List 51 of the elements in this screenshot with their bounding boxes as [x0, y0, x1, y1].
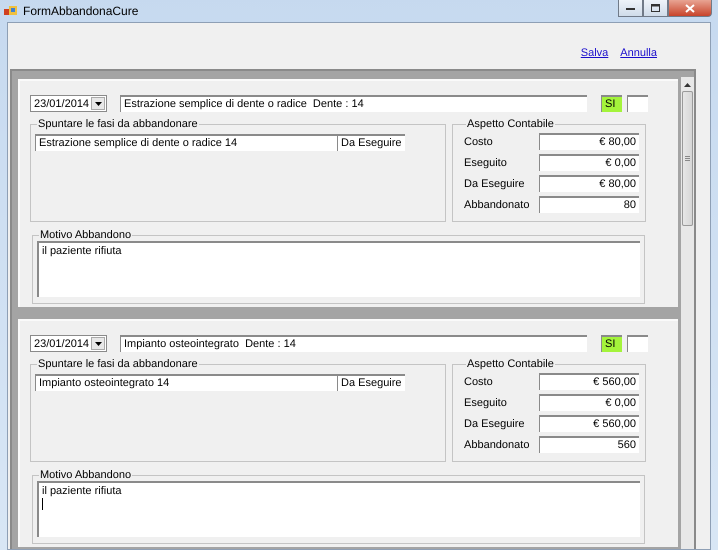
- description-field[interactable]: Estrazione semplice di dente o radice Dente : 14: [120, 95, 587, 112]
- text-field[interactable]: [627, 95, 648, 112]
- field-label: Costo: [464, 136, 494, 148]
- field-label: Da Eseguire: [464, 418, 526, 430]
- group-title: Spuntare le fasi da abbandonare: [37, 358, 199, 370]
- amount-field[interactable]: € 560,00: [539, 373, 639, 390]
- status-field[interactable]: Da Eseguire: [337, 374, 405, 391]
- phase-field[interactable]: Estrazione semplice di dente o radice 14: [35, 134, 337, 151]
- scroll-up-icon: [684, 83, 692, 87]
- flag-field[interactable]: SI: [601, 335, 622, 352]
- field-label: Da Eseguire: [464, 178, 526, 190]
- field-label: Costo: [464, 376, 494, 388]
- maximize-icon: [651, 4, 660, 12]
- phase-field[interactable]: Impianto osteointegrato 14: [35, 374, 337, 391]
- reason-textarea[interactable]: il paziente rifiuta: [37, 241, 640, 297]
- maximize-button[interactable]: [643, 0, 668, 17]
- date-dropdown[interactable]: 23/01/2014: [30, 95, 107, 112]
- amount-field[interactable]: € 0,00: [539, 394, 639, 411]
- close-button[interactable]: [668, 0, 712, 17]
- text-field[interactable]: [627, 335, 648, 352]
- amount-field[interactable]: € 80,00: [539, 175, 639, 192]
- minimize-button[interactable]: [618, 0, 643, 17]
- link[interactable]: Annulla: [620, 47, 657, 69]
- scroll-thumb[interactable]: [682, 91, 694, 226]
- amount-field[interactable]: € 80,00: [539, 133, 639, 150]
- flag-field[interactable]: SI: [601, 95, 622, 112]
- group-title: Motivo Abbandono: [39, 469, 132, 481]
- group-title: Aspetto Contabile: [466, 358, 555, 370]
- date-dropdown[interactable]: 23/01/2014: [30, 335, 107, 352]
- amount-field[interactable]: 560: [539, 436, 639, 453]
- close-icon: [685, 4, 695, 12]
- app-icon: [4, 5, 18, 17]
- field-label: Abbandonato: [464, 438, 530, 450]
- window-title: FormAbbandonaCure: [23, 4, 138, 18]
- caret-icon: [94, 102, 102, 106]
- reason-textarea[interactable]: il paziente rifiuta: [37, 481, 640, 537]
- amount-field[interactable]: € 0,00: [539, 154, 639, 171]
- minimize-icon: [626, 6, 635, 10]
- field-label: Abbandonato: [464, 198, 530, 210]
- group-title: Motivo Abbandono: [39, 229, 132, 241]
- field-label: Eseguito: [464, 396, 508, 408]
- group-title: Spuntare le fasi da abbandonare: [37, 118, 199, 130]
- description-field[interactable]: Impianto osteointegrato Dente : 14: [120, 335, 587, 352]
- link[interactable]: Salva: [580, 47, 608, 69]
- status-field[interactable]: Da Eseguire: [337, 134, 405, 151]
- field-label: Eseguito: [464, 156, 508, 168]
- scrollbar[interactable]: [681, 77, 694, 549]
- caret-icon: [94, 342, 102, 346]
- amount-field[interactable]: 80: [539, 196, 639, 213]
- group-title: Aspetto Contabile: [466, 118, 555, 130]
- amount-field[interactable]: € 560,00: [539, 415, 639, 432]
